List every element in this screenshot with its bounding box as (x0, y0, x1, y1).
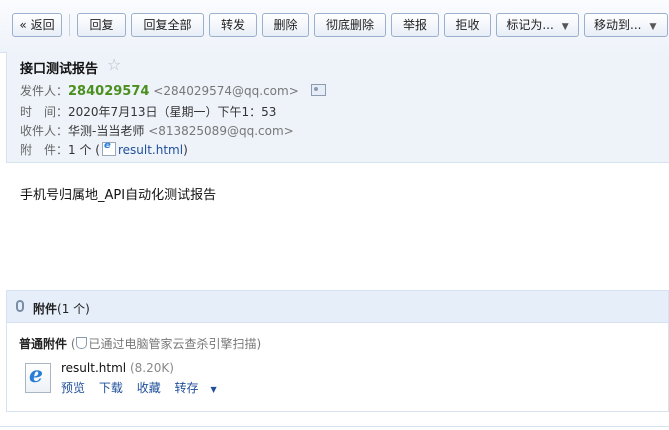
move-to-dropdown[interactable]: 移动到... ▼ (584, 13, 668, 37)
chevron-down-icon: ▼ (561, 22, 569, 32)
delete-forever-button[interactable]: 彻底删除 (314, 13, 386, 37)
attachment-file-name[interactable]: result.html (61, 361, 126, 375)
attachment-close: ) (183, 143, 188, 157)
attachment-panel: 附件(1 个) 普通附件 ( 已通过电脑管家云查杀引擎扫描) result.htm… (6, 290, 669, 412)
sender-label: 发件人： (20, 84, 69, 98)
html-file-icon[interactable] (25, 362, 51, 393)
attachment-count: 1 个 ( (68, 143, 100, 157)
attachment-section: 普通附件 ( 已通过电脑管家云查杀引擎扫描) (19, 335, 261, 352)
time-value: 2020年7月13日（星期一）下午1：53 (68, 105, 277, 119)
contact-card-icon[interactable] (310, 84, 326, 96)
favorite-link[interactable]: 收藏 (137, 381, 161, 395)
attachment-panel-title: 附件(1 个) (33, 300, 90, 317)
scan-open: ( (70, 337, 76, 351)
attachment-actions: 预览 下载 收藏 转存 ▼ (61, 379, 237, 396)
preview-link[interactable]: 预览 (61, 381, 85, 395)
divider (0, 426, 669, 427)
mail-header: 接口测试报告 ☆ 发件人：284029574 <284029574@qq.com… (6, 52, 669, 163)
recipient-label: 收件人： (20, 124, 69, 138)
reply-all-button[interactable]: 回复全部 (131, 13, 204, 37)
attachment-label: 附 件： (20, 143, 69, 157)
time-label: 时 间： (20, 105, 69, 119)
recipient-name[interactable]: 华测-当当老师 (68, 124, 144, 138)
forward-button[interactable]: 转发 (209, 13, 257, 37)
scan-note: 已通过电脑管家云查杀引擎扫描) (88, 337, 262, 351)
attachment-panel-header: 附件(1 个) (7, 291, 668, 323)
attachment-file-size: (8.20K) (129, 361, 174, 375)
attachment-row: 附 件：1 个 ( result.html) (20, 140, 188, 158)
chevron-down-icon: ▼ (210, 385, 217, 394)
reject-button[interactable]: 拒收 (444, 13, 491, 37)
toolbar: « 返回 回复 回复全部 转发 删除 彻底删除 举报 拒收 标记为... ▼ 移动… (0, 0, 669, 53)
move-to-label: 移动到... (594, 18, 642, 32)
attachment-file: result.html (8.20K) (61, 361, 174, 375)
delete-button[interactable]: 删除 (262, 13, 309, 37)
mail-subject: 接口测试报告 (20, 62, 99, 77)
reply-button[interactable]: 回复 (77, 13, 126, 37)
recipient-email: <813825089@qq.com> (148, 124, 294, 138)
attachment-section-label: 普通附件 (19, 337, 68, 351)
recipient-row: 收件人：华测-当当老师 <813825089@qq.com> (20, 122, 294, 139)
report-button[interactable]: 举报 (391, 13, 439, 37)
shield-icon (75, 337, 87, 349)
sender-email: <284029574@qq.com> (153, 84, 299, 98)
toolbar-separator (69, 14, 70, 36)
paperclip-icon (16, 300, 24, 312)
mail-body: 手机号归属地_API自动化测试报告 (20, 188, 217, 203)
attachment-link[interactable]: result.html (118, 143, 183, 157)
html-file-icon (101, 140, 116, 156)
time-row: 时 间：2020年7月13日（星期一）下午1：53 (20, 103, 276, 120)
star-icon[interactable]: ☆ (107, 55, 121, 74)
save-to-dropdown[interactable]: 转存 ▼ (175, 381, 227, 395)
mark-as-dropdown[interactable]: 标记为... ▼ (496, 13, 579, 37)
download-link[interactable]: 下载 (99, 381, 123, 395)
sender-row: 发件人：284029574 <284029574@qq.com> (20, 82, 326, 99)
sender-name[interactable]: 284029574 (68, 84, 149, 99)
mark-as-label: 标记为... (506, 18, 554, 32)
chevron-down-icon: ▼ (649, 22, 657, 32)
save-to-label: 转存 (174, 381, 199, 395)
attachment-total: (1 个) (57, 302, 90, 316)
back-button[interactable]: « 返回 (12, 13, 62, 37)
attachment-title: 附件 (33, 302, 58, 316)
